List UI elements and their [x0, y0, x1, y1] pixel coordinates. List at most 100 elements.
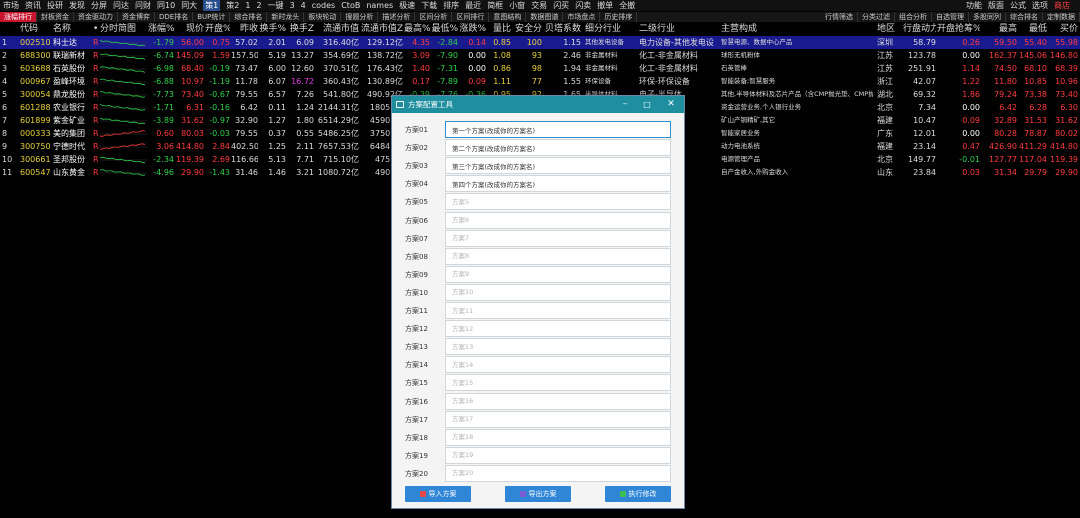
menu-item-right[interactable]: 版面 [988, 0, 1004, 11]
toolbar-tab[interactable]: 意图结构 [489, 12, 527, 22]
column-header[interactable]: 换手% [259, 23, 286, 35]
menu-item[interactable]: 极速 [399, 0, 415, 11]
menu-item[interactable]: 2 [256, 0, 261, 11]
toolbar-right-tab[interactable]: 多股同列 [969, 12, 1006, 22]
menu-item[interactable]: 撤单 [597, 0, 613, 11]
table-row[interactable]: 2 688300 联瑞新材 R -6.74 145.09 1.59 157.50 5.19 13.… [0, 49, 1080, 62]
menu-item[interactable]: 一键 [268, 0, 284, 11]
column-header[interactable]: 细分行业 [585, 23, 637, 35]
menu-item[interactable]: 交易 [531, 0, 547, 11]
column-header[interactable]: 代码 [20, 23, 50, 35]
menu-item-right[interactable]: 选项 [1032, 0, 1048, 11]
column-header[interactable]: 地区 [877, 23, 901, 35]
plan-name-input[interactable] [445, 464, 671, 482]
column-header[interactable]: 主营构成 [721, 23, 873, 35]
column-header[interactable]: 安全分 [513, 23, 542, 35]
menu-item[interactable]: 全撤 [619, 0, 635, 11]
plan-name-input[interactable] [445, 247, 671, 265]
column-header[interactable]: 分时简图 [100, 23, 150, 35]
menu-item[interactable]: 投研 [47, 0, 63, 11]
menu-item[interactable]: 4 [301, 0, 306, 11]
toolbar-tab[interactable]: 区间分析 [415, 12, 453, 22]
column-header[interactable]: 贝塔系数 [543, 23, 581, 35]
plan-name-input[interactable] [445, 121, 671, 138]
column-header[interactable]: 昨收 [231, 23, 258, 35]
toolbar-tab[interactable]: 搜题分析 [341, 12, 379, 22]
menu-item[interactable]: 同10 [157, 0, 175, 11]
table-row[interactable]: 3 603688 石英股份 R -6.98 68.40 -0.19 73.47 6.00 12.6… [0, 62, 1080, 75]
menu-item[interactable]: 下载 [421, 0, 437, 11]
column-header[interactable]: 开盘% [205, 23, 230, 35]
plan-name-input[interactable] [445, 446, 671, 464]
menu-item[interactable]: 3 [290, 0, 295, 11]
toolbar-right-tab[interactable]: 定制数据 [1043, 12, 1080, 22]
toolbar-right-tab[interactable]: 行情筛选 [821, 12, 858, 22]
column-header[interactable]: • [93, 23, 98, 35]
menu-item[interactable]: 排序 [443, 0, 459, 11]
menu-item[interactable]: 闪买 [553, 0, 569, 11]
plan-name-input[interactable] [445, 157, 671, 175]
column-header[interactable]: 流通市值 [315, 23, 359, 35]
import-plan-button[interactable]: 导入方案 [405, 486, 471, 502]
column-header[interactable]: 最低% [431, 23, 458, 35]
toolbar-right-tab[interactable]: 自选管理 [932, 12, 969, 22]
column-header[interactable]: 量比 [487, 23, 511, 35]
toolbar-right-tab[interactable]: 分类过滤 [858, 12, 895, 22]
toolbar-right-tab[interactable]: 组合分析 [895, 12, 932, 22]
menu-item[interactable]: 简框 [487, 0, 503, 11]
plan-name-input[interactable] [445, 283, 671, 301]
toolbar-tab[interactable]: 综合排名 [230, 12, 268, 22]
plan-name-input[interactable] [445, 175, 671, 193]
menu-item[interactable]: 问达 [113, 0, 129, 11]
plan-name-input[interactable] [445, 356, 671, 374]
toolbar-tab[interactable]: 涨幅排行 [0, 12, 37, 22]
plan-name-input[interactable] [445, 139, 671, 157]
menu-item-right[interactable]: 公式 [1010, 0, 1026, 11]
toolbar-tab[interactable]: DDE排名 [155, 12, 194, 22]
menu-item-right[interactable]: 商店 [1054, 0, 1070, 11]
column-header[interactable]: 行盘动力 [903, 23, 936, 35]
menu-item[interactable]: 问财 [135, 0, 151, 11]
plan-name-input[interactable] [445, 229, 671, 247]
plan-name-input[interactable] [445, 410, 671, 428]
column-header[interactable]: 开盘抢筹% [937, 23, 980, 35]
table-row[interactable]: 1 002510 科士达 R -1.79 56.00 0.75 57.02 2.01 6.09 31… [0, 36, 1080, 49]
column-header[interactable]: 换手Z [287, 23, 314, 35]
column-header[interactable]: 涨幅% [148, 23, 174, 35]
toolbar-tab[interactable]: 区间排行 [452, 12, 490, 22]
menu-item[interactable]: 小窗 [509, 0, 525, 11]
menu-item[interactable]: CtoB [341, 0, 360, 11]
toolbar-tab[interactable]: 历史排序 [600, 12, 638, 22]
menu-item[interactable]: names [366, 0, 393, 11]
plan-name-input[interactable] [445, 392, 671, 410]
menu-item[interactable]: 资讯 [25, 0, 41, 11]
execute-modify-button[interactable]: 执行修改 [605, 486, 671, 502]
plan-name-input[interactable] [445, 193, 671, 211]
minimize-icon[interactable]: – [618, 96, 632, 113]
menu-item[interactable]: 1 [245, 0, 250, 11]
toolbar-tab[interactable]: 描述分析 [378, 12, 416, 22]
toolbar-tab[interactable]: 板块轮动 [304, 12, 342, 22]
column-header[interactable]: 最低 [1018, 23, 1047, 35]
column-header[interactable]: 涨跌% [459, 23, 486, 35]
close-icon[interactable]: ✕ [664, 96, 678, 113]
plan-name-input[interactable] [445, 265, 671, 283]
menu-item[interactable]: 同大 [181, 0, 197, 11]
column-header[interactable]: 二级行业 [639, 23, 719, 35]
menu-item[interactable]: 发现 [69, 0, 85, 11]
menu-item[interactable]: 最近 [465, 0, 481, 11]
maximize-icon[interactable]: □ [640, 96, 654, 113]
menu-item-right[interactable]: 功能 [966, 0, 982, 11]
menu-item[interactable]: 策2 [226, 0, 239, 11]
column-header[interactable]: 买价 [1048, 23, 1078, 35]
toolbar-tab[interactable]: 新时龙头 [267, 12, 305, 22]
plan-name-input[interactable] [445, 374, 671, 392]
toolbar-tab[interactable]: 数据图谱 [526, 12, 564, 22]
plan-name-input[interactable] [445, 320, 671, 338]
table-row[interactable]: 4 000967 盈峰环境 R -6.88 10.97 -1.19 11.78 6.07 16.7… [0, 75, 1080, 88]
toolbar-tab[interactable]: 资金驱动力 [74, 12, 118, 22]
column-header[interactable]: 流通市值Z [359, 23, 403, 35]
toolbar-tab[interactable]: 封板资金 [37, 12, 74, 22]
menu-item[interactable]: 分屏 [91, 0, 107, 11]
toolbar-right-tab[interactable]: 综合排名 [1006, 12, 1043, 22]
